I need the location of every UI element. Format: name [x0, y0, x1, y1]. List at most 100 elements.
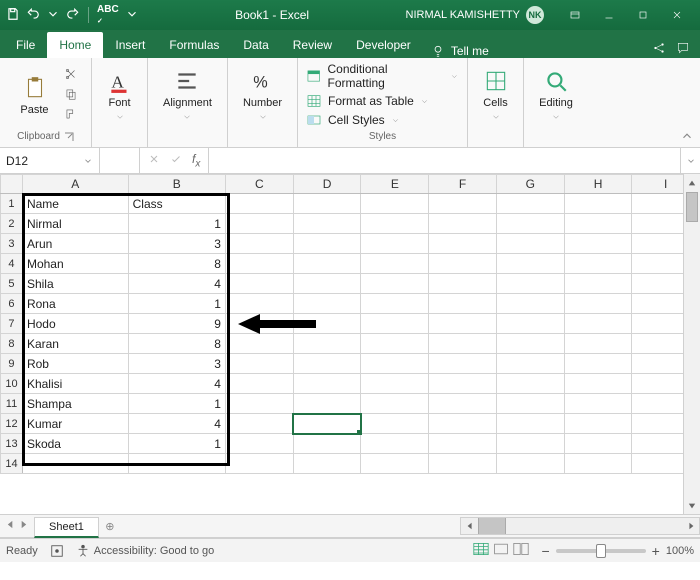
cell[interactable]: [225, 374, 293, 394]
comments-icon[interactable]: [676, 41, 690, 58]
name-box[interactable]: D12: [0, 148, 100, 173]
macro-recorder-icon[interactable]: [50, 544, 64, 558]
table-row[interactable]: 14: [1, 454, 700, 474]
cell[interactable]: [496, 274, 564, 294]
zoom-slider[interactable]: [556, 549, 646, 553]
row-header[interactable]: 7: [1, 314, 23, 334]
cell[interactable]: [293, 414, 361, 434]
cell[interactable]: Class: [128, 194, 225, 214]
close-button[interactable]: [660, 0, 694, 30]
cell[interactable]: [361, 254, 429, 274]
cell[interactable]: [293, 314, 361, 334]
col-header[interactable]: G: [496, 175, 564, 194]
cell[interactable]: [361, 334, 429, 354]
tab-home[interactable]: Home: [47, 32, 103, 58]
row-header[interactable]: 14: [1, 454, 23, 474]
cell[interactable]: Arun: [22, 234, 128, 254]
chevron-down-icon[interactable]: [125, 7, 139, 24]
cell[interactable]: [564, 354, 632, 374]
cell[interactable]: [496, 434, 564, 454]
scroll-thumb[interactable]: [686, 192, 698, 222]
cell[interactable]: [564, 294, 632, 314]
cell[interactable]: [293, 294, 361, 314]
cell[interactable]: Shampa: [22, 394, 128, 414]
col-header[interactable]: C: [225, 175, 293, 194]
copy-icon[interactable]: [64, 87, 78, 104]
cell[interactable]: [293, 274, 361, 294]
row-header[interactable]: 5: [1, 274, 23, 294]
chevron-down-icon[interactable]: [46, 7, 60, 24]
cell[interactable]: [496, 234, 564, 254]
cell[interactable]: [225, 394, 293, 414]
cell[interactable]: [564, 194, 632, 214]
cell[interactable]: 8: [128, 254, 225, 274]
col-header[interactable]: H: [564, 175, 632, 194]
cell[interactable]: [293, 234, 361, 254]
col-header[interactable]: A: [22, 175, 128, 194]
tab-review[interactable]: Review: [281, 32, 344, 58]
worksheet-grid[interactable]: A B C D E F G H I 1NameClass2Nirmal13Aru…: [0, 174, 700, 514]
cell[interactable]: [496, 294, 564, 314]
cell[interactable]: [225, 294, 293, 314]
save-icon[interactable]: [6, 7, 20, 24]
cell[interactable]: [564, 434, 632, 454]
enter-formula-icon[interactable]: [170, 153, 182, 168]
new-sheet-button[interactable]: ⊕: [99, 515, 121, 537]
cell[interactable]: 1: [128, 214, 225, 234]
scroll-left-button[interactable]: [461, 522, 478, 530]
scroll-down-button[interactable]: [684, 497, 700, 514]
cell[interactable]: [128, 454, 225, 474]
cell[interactable]: Rona: [22, 294, 128, 314]
cell[interactable]: 3: [128, 354, 225, 374]
select-all-triangle[interactable]: [1, 175, 23, 194]
cell[interactable]: [293, 254, 361, 274]
cell[interactable]: [496, 394, 564, 414]
accessibility-status[interactable]: Accessibility: Good to go: [76, 544, 214, 558]
cell[interactable]: [496, 254, 564, 274]
cell[interactable]: [225, 274, 293, 294]
cell[interactable]: [361, 434, 429, 454]
table-row[interactable]: 8Karan8: [1, 334, 700, 354]
cell[interactable]: [293, 334, 361, 354]
table-row[interactable]: 9Rob3: [1, 354, 700, 374]
col-header[interactable]: F: [429, 175, 497, 194]
row-header[interactable]: 10: [1, 374, 23, 394]
zoom-in-button[interactable]: +: [652, 543, 660, 559]
tab-insert[interactable]: Insert: [103, 32, 157, 58]
redo-icon[interactable]: [66, 7, 80, 24]
cell[interactable]: 9: [128, 314, 225, 334]
cell[interactable]: [429, 314, 497, 334]
cell[interactable]: [225, 434, 293, 454]
cell[interactable]: [496, 334, 564, 354]
cell[interactable]: Karan: [22, 334, 128, 354]
cell[interactable]: 4: [128, 274, 225, 294]
cell[interactable]: [564, 234, 632, 254]
sheet-nav-next-icon[interactable]: [19, 520, 28, 532]
cell[interactable]: [22, 454, 128, 474]
cell[interactable]: [293, 394, 361, 414]
cell[interactable]: [361, 314, 429, 334]
cell[interactable]: [496, 354, 564, 374]
col-header[interactable]: D: [293, 175, 361, 194]
cell[interactable]: [429, 454, 497, 474]
conditional-formatting-button[interactable]: Conditional Formatting: [306, 62, 459, 90]
cell[interactable]: [361, 214, 429, 234]
cell[interactable]: [361, 234, 429, 254]
chevron-down-icon[interactable]: [83, 156, 93, 166]
share-icon[interactable]: [652, 41, 666, 58]
col-header[interactable]: B: [128, 175, 225, 194]
collapse-ribbon-icon[interactable]: [680, 129, 694, 143]
format-as-table-button[interactable]: Format as Table: [306, 93, 459, 109]
row-header[interactable]: 6: [1, 294, 23, 314]
number-button[interactable]: % Number: [242, 68, 284, 122]
table-row[interactable]: 4Mohan8: [1, 254, 700, 274]
minimize-button[interactable]: [592, 0, 626, 30]
row-header[interactable]: 1: [1, 194, 23, 214]
cell[interactable]: [564, 214, 632, 234]
format-painter-icon[interactable]: [64, 107, 78, 124]
cell[interactable]: [429, 434, 497, 454]
cell[interactable]: [564, 414, 632, 434]
cell-styles-button[interactable]: Cell Styles: [306, 112, 459, 128]
scroll-right-button[interactable]: [682, 522, 699, 530]
cell[interactable]: [564, 454, 632, 474]
